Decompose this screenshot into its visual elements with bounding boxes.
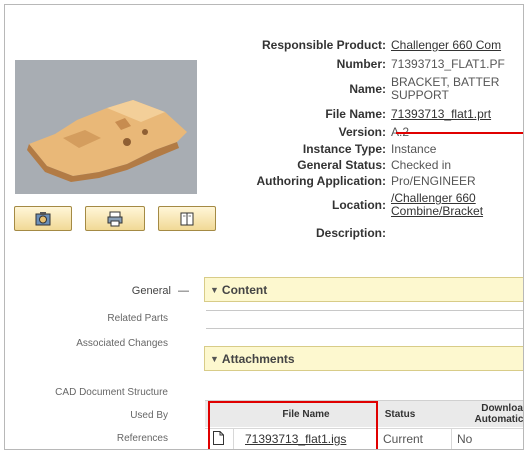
attr-authoring-application: Authoring Application: Pro/ENGINEER <box>205 173 523 189</box>
attr-value: 71393713_FLAT1.PF <box>391 57 505 71</box>
collapse-dash-icon: — <box>178 285 189 297</box>
attr-name: Name: BRACKET, BATTER SUPPORT <box>205 73 523 105</box>
bracket-part-image <box>15 60 197 194</box>
file-name-underline-highlight <box>396 132 523 134</box>
attr-value: Pro/ENGINEER <box>391 174 476 188</box>
attr-label: General Status: <box>297 157 386 172</box>
content-section-title: Content <box>221 282 268 297</box>
nav-used-by[interactable]: Used By <box>130 410 168 421</box>
collapse-triangle-icon: ▼ <box>210 353 219 364</box>
collapse-triangle-icon: ▼ <box>210 284 219 295</box>
file-name-link[interactable]: 71393713_flat1.prt <box>391 108 491 121</box>
attr-label: File Name: <box>325 106 386 121</box>
attr-label: Description: <box>315 225 386 240</box>
view-3d-icon <box>35 211 51 225</box>
nav-general[interactable]: General — <box>132 285 189 297</box>
nav-references[interactable]: References <box>117 433 168 444</box>
attr-description: Description: <box>205 221 523 245</box>
divider <box>206 310 523 311</box>
attr-file-name: File Name: 71393713_flat1.prt <box>205 105 523 123</box>
print-button[interactable] <box>85 206 145 231</box>
book-icon <box>180 212 194 225</box>
attr-instance-type: Instance Type: Instance <box>205 141 523 157</box>
content-section-header[interactable]: ▼ Content <box>204 277 523 302</box>
view-3d-button[interactable] <box>14 206 72 231</box>
attachment-status: Current <box>383 432 424 446</box>
attr-label: Authoring Application: <box>256 173 386 188</box>
attr-label: Number: <box>336 56 386 71</box>
attachments-section-title: Attachments <box>221 351 295 366</box>
attr-number: Number: 71393713_FLAT1.PF <box>205 55 523 73</box>
attr-label: Location: <box>332 197 386 212</box>
attr-value: BRACKET, BATTER SUPPORT <box>391 76 500 102</box>
attr-label: Version: <box>338 124 386 139</box>
print-icon <box>107 211 123 226</box>
attr-responsible-product: Responsible Product: Challenger 660 Com <box>205 35 523 55</box>
attachments-section-header[interactable]: ▼ Attachments <box>204 346 523 371</box>
file-name-column-highlight <box>208 401 378 449</box>
attr-label: Responsible Product: <box>261 37 386 52</box>
attr-label: Name: <box>349 81 386 96</box>
nav-cad-document-structure[interactable]: CAD Document Structure <box>55 387 168 398</box>
nav-related-parts[interactable]: Related Parts <box>107 313 168 324</box>
divider <box>451 428 452 449</box>
divider <box>206 328 523 329</box>
part-thumbnail <box>15 60 197 194</box>
attr-location: Location: /Challenger 660 Combine/Bracke… <box>205 189 523 221</box>
attributes-table: Responsible Product: Challenger 660 Com … <box>205 35 523 245</box>
attr-value: Checked in <box>391 158 452 172</box>
location-link[interactable]: /Challenger 660 Combine/Bracket <box>391 192 483 218</box>
nav-associated-changes[interactable]: Associated Changes <box>76 338 168 349</box>
attachment-download: No <box>457 432 473 446</box>
attr-general-status: General Status: Checked in <box>205 157 523 173</box>
column-header-download[interactable]: Download Automatica <box>433 403 523 425</box>
document-details-panel: Responsible Product: Challenger 660 Com … <box>4 4 524 450</box>
column-header-status[interactable]: Status <box>375 409 425 420</box>
attr-value: Instance <box>391 142 437 156</box>
attr-label: Instance Type: <box>302 141 386 156</box>
nav-general-label: General <box>131 285 171 297</box>
responsible-product-link[interactable]: Challenger 660 Com <box>391 39 501 52</box>
